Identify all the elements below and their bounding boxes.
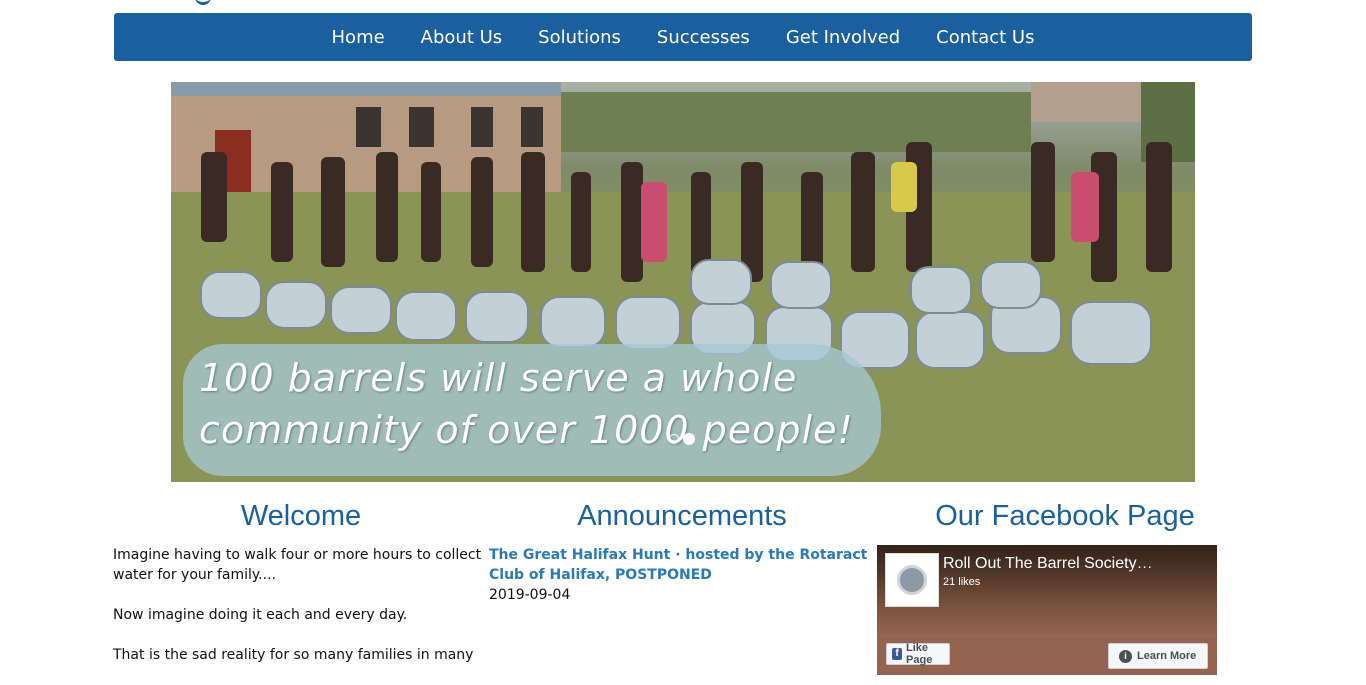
welcome-paragraph: Imagine having to walk four or more hour… bbox=[113, 547, 482, 583]
facebook-likes-count: 21 likes bbox=[943, 576, 981, 588]
facebook-widget[interactable]: Roll Out The Barrel Society… 21 likes f … bbox=[877, 545, 1217, 675]
slide-caption: 100 barrels will serve a whole community… bbox=[199, 352, 899, 456]
learn-button-label: Learn More bbox=[1137, 650, 1197, 662]
facebook-f-icon: f bbox=[892, 648, 903, 660]
welcome-text: Imagine having to walk four or more hour… bbox=[113, 545, 489, 685]
nav-successes[interactable]: Successes bbox=[639, 27, 768, 48]
caption-line-2: community of over 1000 people! bbox=[199, 408, 854, 452]
announcement-item: The Great Halifax Hunt · hosted by the R… bbox=[489, 545, 869, 605]
facebook-page-name[interactable]: Roll Out The Barrel Society… bbox=[943, 555, 1153, 573]
facebook-like-button[interactable]: f Like Page bbox=[886, 642, 950, 666]
info-icon: i bbox=[1119, 649, 1132, 663]
facebook-learn-more-button[interactable]: i Learn More bbox=[1108, 643, 1208, 669]
nav-home[interactable]: Home bbox=[314, 27, 403, 48]
facebook-page-logo[interactable] bbox=[885, 553, 939, 607]
slider-pagination bbox=[669, 433, 695, 445]
announcement-date: 2019-09-04 bbox=[489, 587, 571, 603]
announcements-heading: Announcements bbox=[577, 500, 787, 532]
like-button-label: Like Page bbox=[906, 642, 933, 666]
caption-line-1: 100 barrels will serve a whole bbox=[199, 356, 798, 400]
facebook-heading: Our Facebook Page bbox=[935, 500, 1195, 532]
barrel-logo-icon bbox=[897, 565, 927, 595]
nav-about-us[interactable]: About Us bbox=[403, 27, 521, 48]
nav-get-involved[interactable]: Get Involved bbox=[768, 27, 918, 48]
welcome-heading: Welcome bbox=[240, 500, 362, 532]
hero-slider[interactable]: 100 barrels will serve a whole community… bbox=[171, 82, 1195, 482]
slide-dot-2[interactable] bbox=[683, 433, 695, 445]
nav-contact-us[interactable]: Contact Us bbox=[918, 27, 1052, 48]
welcome-paragraph: That is the sad reality for so many fami… bbox=[113, 647, 474, 663]
nav-solutions[interactable]: Solutions bbox=[520, 27, 639, 48]
site-logo-fragment bbox=[195, 0, 211, 5]
slide-dot-1[interactable] bbox=[669, 434, 679, 444]
welcome-paragraph: Now imagine doing it each and every day. bbox=[113, 607, 408, 623]
main-navigation: Home About Us Solutions Successes Get In… bbox=[114, 13, 1252, 61]
announcement-link[interactable]: The Great Halifax Hunt · hosted by the R… bbox=[489, 545, 869, 585]
